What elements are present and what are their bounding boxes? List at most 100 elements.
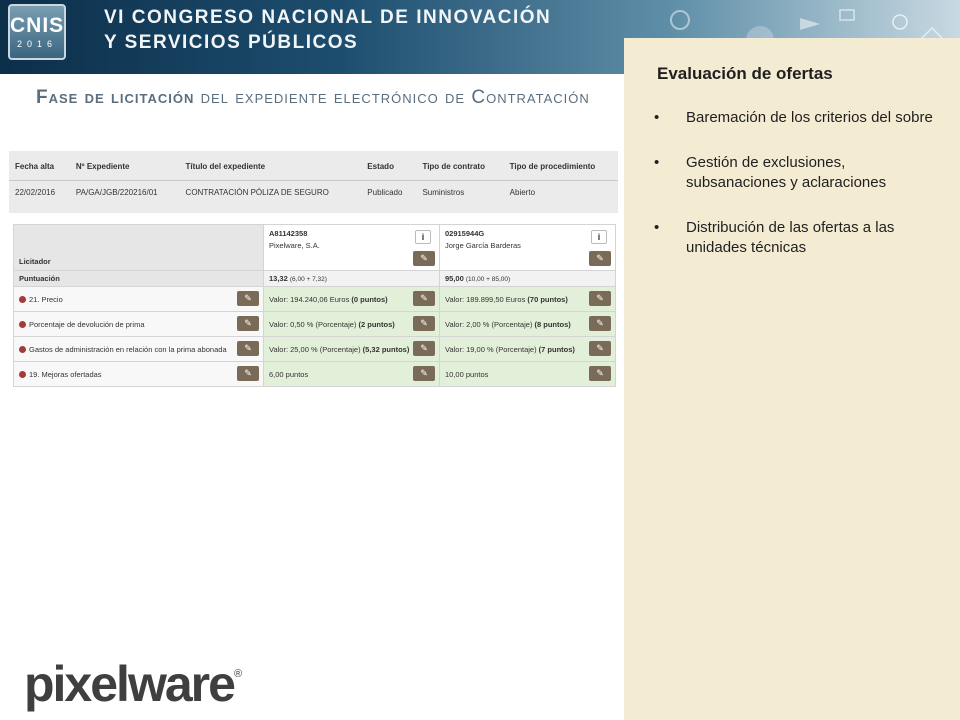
col-tipo-procedimiento[interactable]: Tipo de procedimiento [503,151,618,181]
cell-tipo-procedimiento: Abierto [509,188,536,197]
expediente-panel: Fecha alta Nº Expediente Título del expe… [9,151,618,213]
cell-numero-expediente: PA/GA/JGB/220216/01 [75,188,158,197]
edit-criterion-button[interactable]: ✎ [237,366,259,381]
ofertas-table: Licitador A81142358 Pixelware, S.A. i ✎ … [13,224,616,387]
cell-estado: Publicado [367,188,403,197]
criterion-status-icon [19,295,26,303]
licitador-cell-2: 02915944G Jorge García Barderas i ✎ [439,224,616,271]
value-text: Valor: 19,00 % (Porcentaje) [445,344,539,354]
col-titulo-expediente[interactable]: Título del expediente [179,151,362,181]
criterion-cell: Gastos de administración en relación con… [13,336,264,362]
licitador-id-2: 02915944G [445,229,485,238]
criterion-status-icon [19,320,26,328]
table-row: 21. Precio ✎ Valor: 194.240,06 Euros (0 … [13,286,616,312]
cnis-logo: CNIS 2016 [8,4,66,60]
value-cell: Valor: 194.240,06 Euros (0 puntos) ✎ [263,286,440,312]
puntuacion-cell-2: 95,00 (10,00 + 85,00) [439,270,616,287]
criterion-status-icon [19,345,26,353]
value-cell: 10,00 puntos ✎ [439,361,616,387]
table-row: Gastos de administración en relación con… [13,336,616,362]
cell-fecha-alta: 22/02/2016 [15,188,56,197]
value-points: (7 puntos) [538,344,575,354]
value-points: (2 puntos) [358,319,395,329]
licitador-header-cell: Licitador [13,224,264,271]
value-points: (70 puntos) [527,294,568,304]
value-points: (5,32 puntos) [362,344,410,354]
edit-value-button[interactable]: ✎ [589,291,611,306]
criterion-label: Porcentaje de devolución de prima [29,319,145,329]
edit-criterion-button[interactable]: ✎ [237,291,259,306]
edit-value-button[interactable]: ✎ [589,316,611,331]
value-cell: Valor: 189.899,50 Euros (70 puntos) ✎ [439,286,616,312]
value-points: (8 puntos) [534,319,571,329]
value-text: 6,00 puntos [269,369,309,379]
cell-tipo-contrato: Suministros [422,188,465,197]
col-fecha-alta[interactable]: Fecha alta [9,151,70,181]
edit-criterion-button[interactable]: ✎ [237,316,259,331]
puntuacion-label: Puntuación [13,270,264,287]
info-panel: Evaluación de ofertas Baremación de los … [624,38,960,720]
puntuacion-cell-1: 13,32 (6,00 + 7,32) [263,270,440,287]
pixelware-logo: pixelware [24,656,236,712]
value-cell: Valor: 25,00 % (Porcentaje) (5,32 puntos… [263,336,440,362]
criterion-cell: 21. Precio ✎ [13,286,264,312]
col-estado[interactable]: Estado [361,151,417,181]
list-item: Gestión de exclusiones, subsanaciones y … [654,153,944,193]
edit-value-button[interactable]: ✎ [413,316,435,331]
puntuacion-breakdown-1: (6,00 + 7,32) [289,276,327,283]
value-cell: 6,00 puntos ✎ [263,361,440,387]
licitador-name-2: Jorge García Barderas [445,241,521,250]
cnis-logo-text: CNIS [10,14,65,37]
criterion-label: 21. Precio [29,294,63,304]
edit-licitador-button-2[interactable]: ✎ [589,251,611,266]
value-text: Valor: 189.899,50 Euros [445,294,528,304]
info-button-2[interactable]: i [591,230,607,244]
value-text: 10,00 puntos [445,369,489,379]
registered-mark-icon: ® [234,668,243,680]
criterion-status-icon [19,370,26,378]
edit-licitador-button-1[interactable]: ✎ [413,251,435,266]
licitador-cell-1: A81142358 Pixelware, S.A. i ✎ [263,224,440,271]
banner-title-line2: Y SERVICIOS PÚBLICOS [104,32,359,53]
value-text: Valor: 194.240,06 Euros [269,294,352,304]
col-numero-expediente[interactable]: Nº Expediente [69,151,180,181]
slide-title: Fase de licitación del expediente electr… [36,82,616,114]
puntuacion-row: Puntuación 13,32 (6,00 + 7,32) 95,00 (10… [13,270,616,287]
value-text: Valor: 2,00 % (Porcentaje) [445,319,535,329]
table-row[interactable]: 22/02/2016 PA/GA/JGB/220216/01 CONTRATAC… [9,181,618,205]
edit-value-button[interactable]: ✎ [589,341,611,356]
table-row: Porcentaje de devolución de prima ✎ Valo… [13,311,616,337]
panel-title: Evaluación de ofertas [657,64,833,83]
criterion-label: Gastos de administración en relación con… [29,344,227,354]
edit-value-button[interactable]: ✎ [413,291,435,306]
puntuacion-total-2: 95,00 [445,274,464,283]
list-item: Distribución de las ofertas a las unidad… [654,218,944,258]
value-points: (0 puntos) [351,294,388,304]
edit-criterion-button[interactable]: ✎ [237,341,259,356]
value-cell: Valor: 19,00 % (Porcentaje) (7 puntos) ✎ [439,336,616,362]
slide-title-rest: del expediente electrónico de Contrataci… [194,87,590,108]
criterion-label: 19. Mejoras ofertadas [29,369,102,379]
licitador-header-row: Licitador A81142358 Pixelware, S.A. i ✎ … [13,224,616,271]
value-cell: Valor: 2,00 % (Porcentaje) (8 puntos) ✎ [439,311,616,337]
banner-title-line1: VI CONGRESO NACIONAL DE INNOVACIÓN [104,7,552,28]
info-button-1[interactable]: i [415,230,431,244]
list-item: Baremación de los criterios del sobre [654,108,944,128]
puntuacion-total-1: 13,32 [269,274,288,283]
edit-value-button[interactable]: ✎ [413,366,435,381]
licitador-name-1: Pixelware, S.A. [269,241,320,250]
criterion-cell: Porcentaje de devolución de prima ✎ [13,311,264,337]
cnis-logo-year: 2016 [16,39,58,49]
value-cell: Valor: 0,50 % (Porcentaje) (2 puntos) ✎ [263,311,440,337]
puntuacion-breakdown-2: (10,00 + 85,00) [465,276,511,283]
panel-bullet-list: Baremación de los criterios del sobre Ge… [654,108,944,283]
edit-value-button[interactable]: ✎ [589,366,611,381]
licitador-label: Licitador [19,257,51,266]
edit-value-button[interactable]: ✎ [413,341,435,356]
criterion-cell: 19. Mejoras ofertadas ✎ [13,361,264,387]
value-text: Valor: 0,50 % (Porcentaje) [269,319,359,329]
expediente-table: Fecha alta Nº Expediente Título del expe… [9,151,618,204]
licitador-id-1: A81142358 [269,229,308,238]
col-tipo-contrato[interactable]: Tipo de contrato [416,151,504,181]
slide-title-bold: Fase de licitación [36,87,195,108]
